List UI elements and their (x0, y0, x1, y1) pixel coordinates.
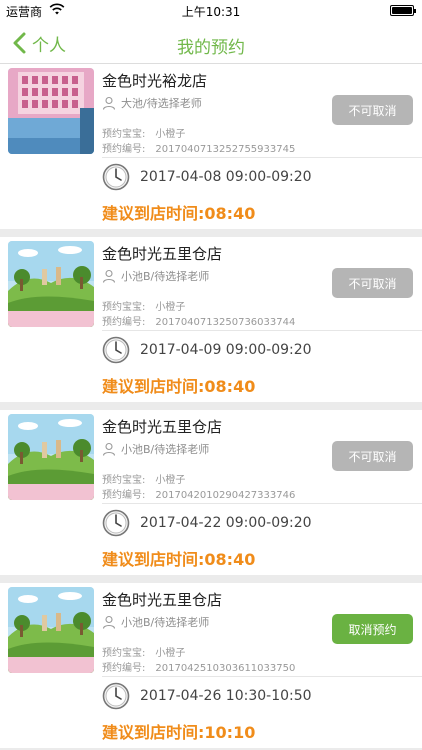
booking-code: 2017040713250736033744 (155, 317, 296, 328)
appointment-card: 金色时光五里仓店 小池B/待选择老师 不可取消 预约宝宝: 小橙子 预约编号: 20… (0, 410, 422, 575)
divider (102, 157, 422, 158)
booking-code: 2017042510303611033750 (155, 663, 296, 674)
booking-code: 2017042010290427333746 (155, 490, 296, 501)
teacher-label: 小池B/待选择老师 (121, 270, 210, 283)
appointment-time: 2017-04-22 09:00-09:20 (102, 508, 312, 538)
teacher-info: 小池B/待选择老师 (102, 267, 209, 285)
baby-label: 预约宝宝: (102, 475, 146, 486)
clock-icon (102, 509, 130, 537)
divider (102, 503, 422, 504)
suggested-arrival-time: 建议到店时间:08:40 (102, 550, 256, 569)
booking-code-info: 预约编号: 2017042510303611033750 (102, 659, 295, 674)
store-name: 金色时光五里仓店 (102, 418, 223, 436)
store-photo (8, 414, 94, 500)
store-photo (8, 587, 94, 673)
clock-icon (102, 336, 130, 364)
teacher-label: 大池/待选择老师 (121, 97, 202, 110)
appointment-time: 2017-04-09 09:00-09:20 (102, 335, 312, 365)
suggested-arrival-time: 建议到店时间:08:40 (102, 377, 256, 396)
code-label: 预约编号: (102, 663, 146, 674)
appointment-time: 2017-04-26 10:30-10:50 (102, 681, 312, 711)
teacher-label: 小池B/待选择老师 (121, 443, 210, 456)
appointment-card: 金色时光五里仓店 小池B/待选择老师 取消预约 预约宝宝: 小橙子 预约编号: 20… (0, 583, 422, 748)
appointment-datetime: 2017-04-08 09:00-09:20 (140, 169, 312, 185)
code-label: 预约编号: (102, 490, 146, 501)
appointment-card: 金色时光裕龙店 大池/待选择老师 不可取消 预约宝宝: 小橙子 预约编号: 2017… (0, 64, 422, 229)
booking-code: 2017040713252755933745 (155, 144, 296, 155)
cancel-unavailable-button[interactable]: 不可取消 (332, 441, 413, 471)
clock-icon (102, 682, 130, 710)
appointment-datetime: 2017-04-22 09:00-09:20 (140, 515, 312, 531)
store-name: 金色时光五里仓店 (102, 245, 223, 263)
person-icon (102, 442, 116, 456)
teacher-info: 小池B/待选择老师 (102, 613, 209, 631)
store-photo (8, 241, 94, 327)
store-name: 金色时光五里仓店 (102, 591, 223, 609)
person-icon (102, 269, 116, 283)
baby-label: 预约宝宝: (102, 302, 146, 313)
divider (102, 676, 422, 677)
cancel-unavailable-button[interactable]: 不可取消 (332, 95, 413, 125)
baby-name: 小橙子 (155, 302, 186, 313)
baby-name: 小橙子 (155, 129, 186, 140)
person-icon (102, 615, 116, 629)
page-title: 我的预约 (177, 38, 245, 58)
battery-icon (390, 5, 416, 16)
appointment-datetime: 2017-04-26 10:30-10:50 (140, 688, 312, 704)
store-name: 金色时光裕龙店 (102, 72, 208, 90)
clock-time: 上午10:31 (181, 5, 241, 19)
baby-info: 预约宝宝: 小橙子 (102, 471, 185, 486)
cancel-unavailable-button[interactable]: 不可取消 (332, 268, 413, 298)
baby-info: 预约宝宝: 小橙子 (102, 298, 185, 313)
baby-name: 小橙子 (155, 648, 186, 659)
baby-label: 预约宝宝: (102, 648, 146, 659)
appointment-card: 金色时光五里仓店 小池B/待选择老师 不可取消 预约宝宝: 小橙子 预约编号: 20… (0, 237, 422, 402)
booking-code-info: 预约编号: 2017040713252755933745 (102, 140, 295, 155)
cancel-booking-button[interactable]: 取消预约 (332, 614, 413, 644)
appointment-list: 金色时光裕龙店 大池/待选择老师 不可取消 预约宝宝: 小橙子 预约编号: 2017… (0, 64, 422, 748)
teacher-info: 小池B/待选择老师 (102, 440, 209, 458)
code-label: 预约编号: (102, 317, 146, 328)
teacher-info: 大池/待选择老师 (102, 94, 202, 112)
store-photo (8, 68, 94, 154)
clock-icon (102, 163, 130, 191)
person-icon (102, 96, 116, 110)
baby-name: 小橙子 (155, 475, 186, 486)
status-bar: 运营商 上午10:31 (0, 0, 422, 22)
appointment-datetime: 2017-04-09 09:00-09:20 (140, 342, 312, 358)
baby-info: 预约宝宝: 小橙子 (102, 644, 185, 659)
navigation-bar: 个人 我的预约 (0, 22, 422, 64)
booking-code-info: 预约编号: 2017040713250736033744 (102, 313, 295, 328)
code-label: 预约编号: (102, 144, 146, 155)
baby-label: 预约宝宝: (102, 129, 146, 140)
appointment-time: 2017-04-08 09:00-09:20 (102, 162, 312, 192)
baby-info: 预约宝宝: 小橙子 (102, 125, 185, 140)
suggested-arrival-time: 建议到店时间:10:10 (102, 723, 256, 742)
teacher-label: 小池B/待选择老师 (121, 616, 210, 629)
divider (102, 330, 422, 331)
booking-code-info: 预约编号: 2017042010290427333746 (102, 486, 295, 501)
suggested-arrival-time: 建议到店时间:08:40 (102, 204, 256, 223)
